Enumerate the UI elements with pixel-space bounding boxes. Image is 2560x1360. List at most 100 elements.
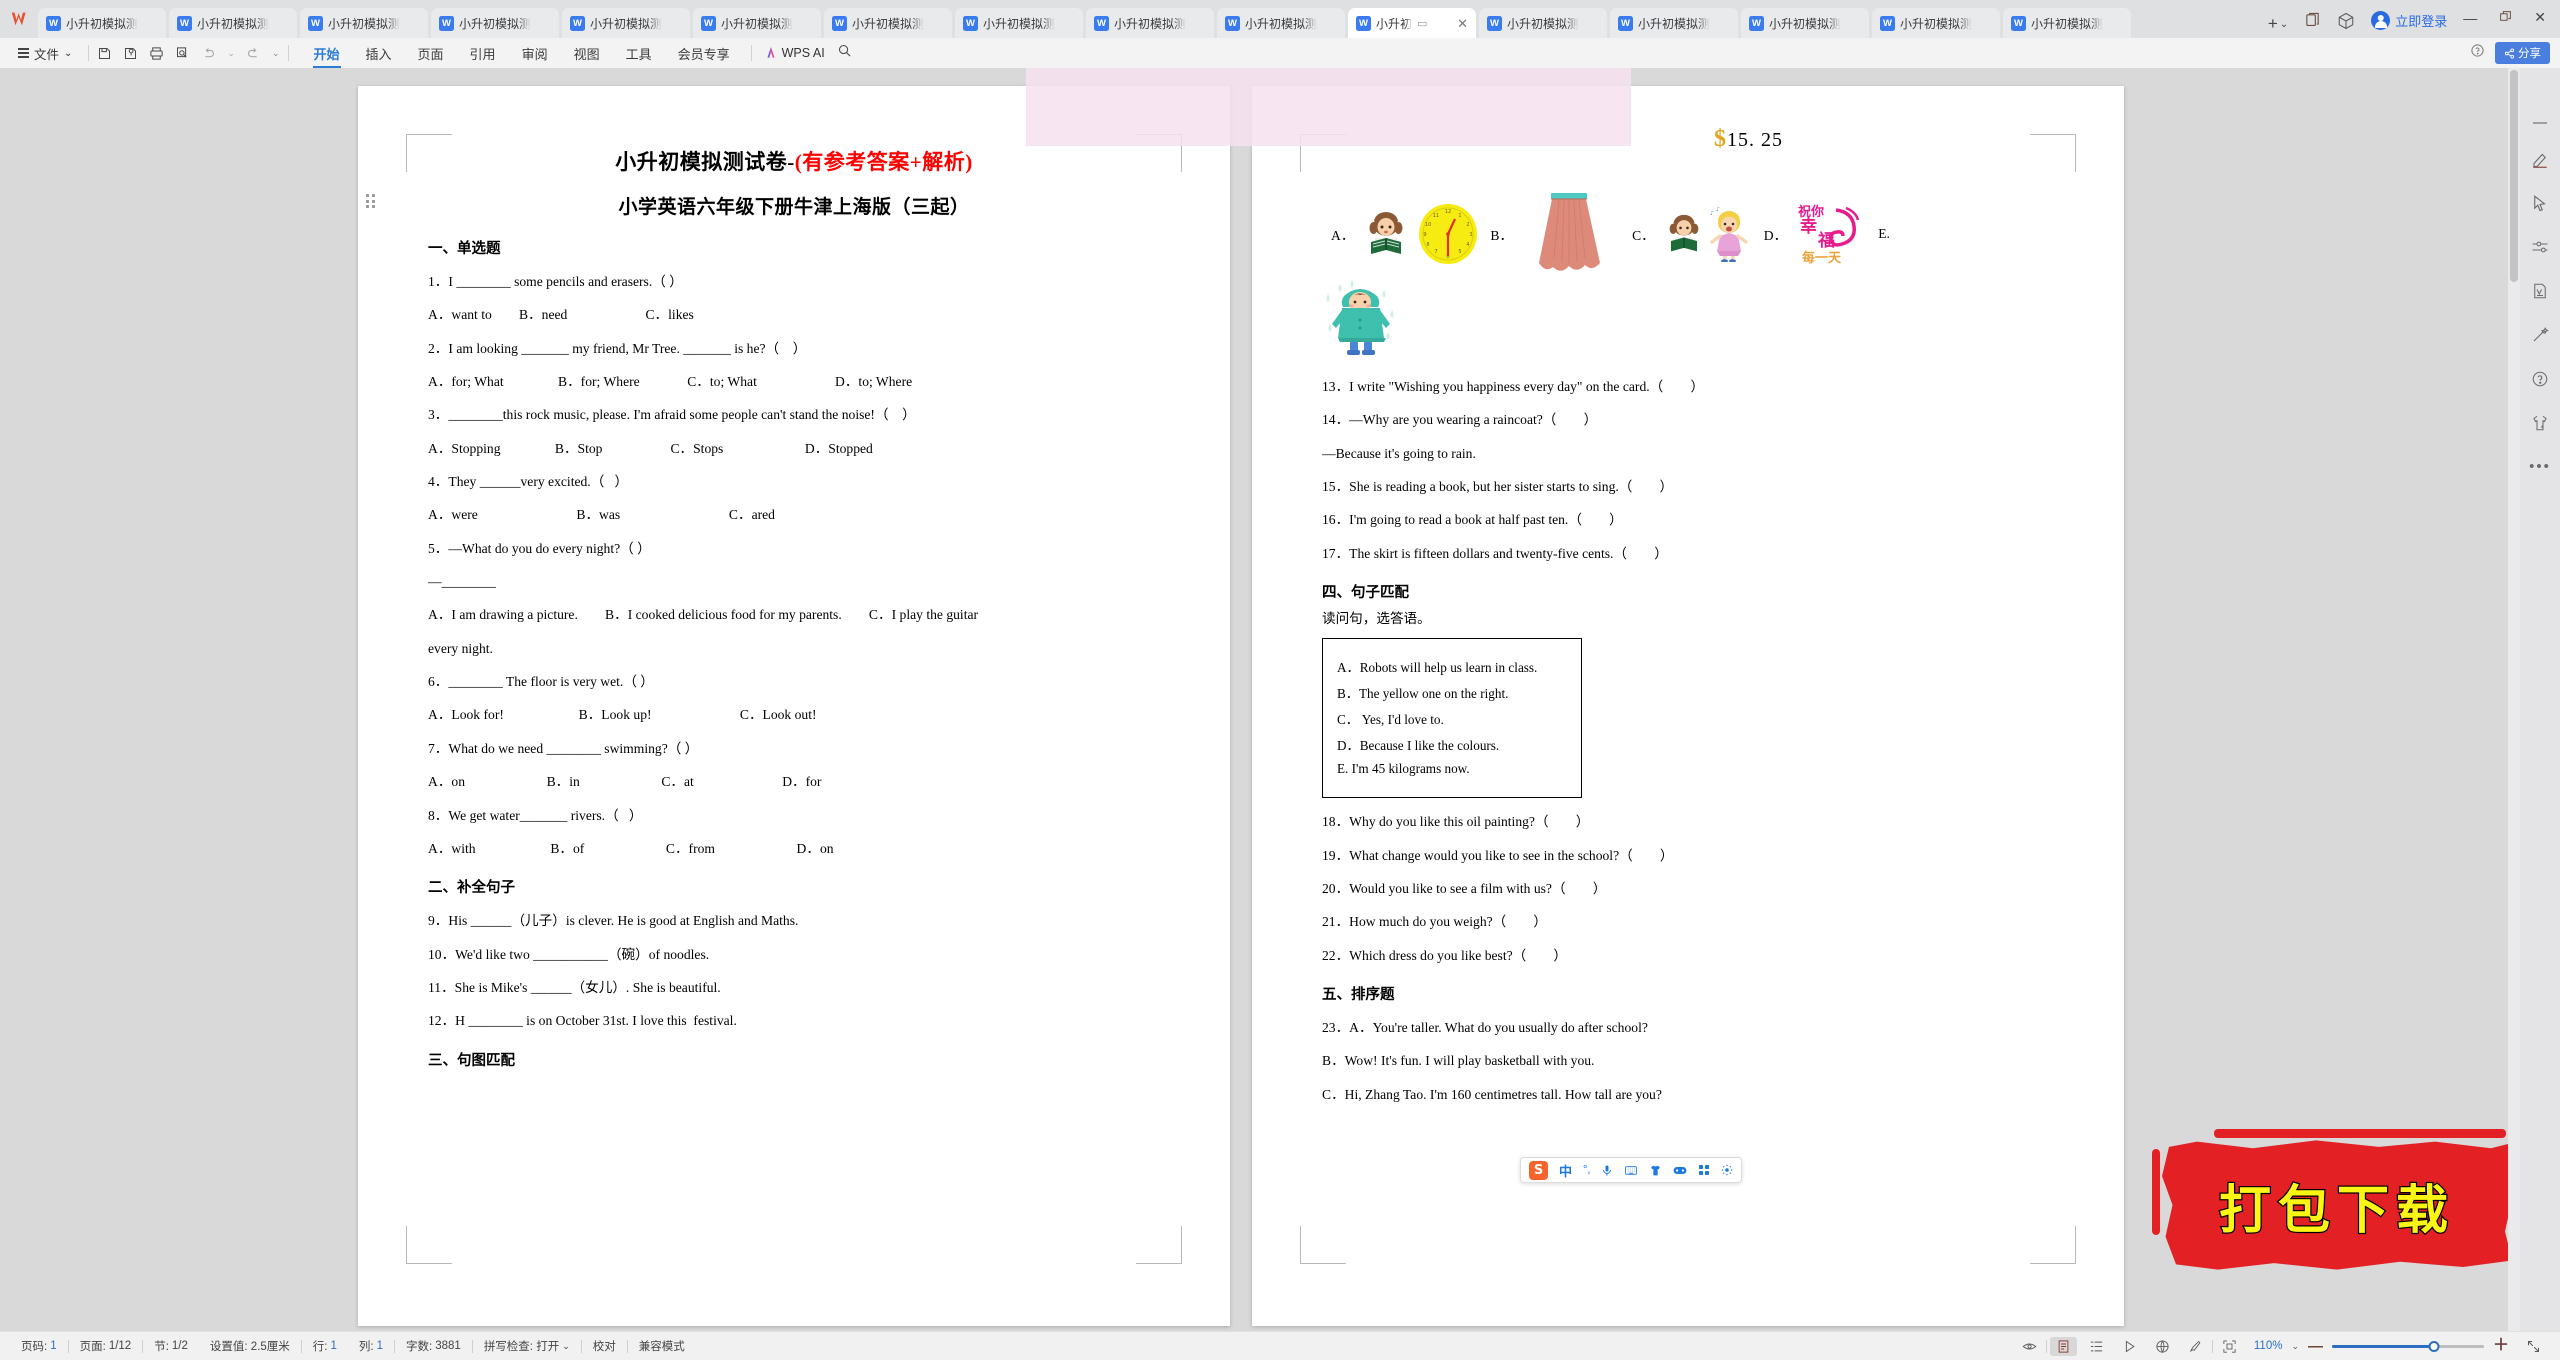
col-status[interactable]: 列: 1 xyxy=(348,1338,394,1354)
help-circle-icon[interactable] xyxy=(2531,370,2549,388)
globe-view-button[interactable] xyxy=(2146,1339,2179,1354)
magic-wand-icon[interactable] xyxy=(2531,326,2549,344)
document-tab-1[interactable]: W 小升初模拟测 xyxy=(169,8,297,38)
document-tab-15[interactable]: W 小升初模拟测 xyxy=(2003,8,2131,38)
zoom-in-button[interactable]: ＋ xyxy=(2493,1338,2509,1354)
question-line: 4．They ______very excited.（ ） xyxy=(428,474,629,490)
document-tab-12[interactable]: W 小升初模拟测 xyxy=(1610,8,1738,38)
word-count-status[interactable]: 字数: 3881 xyxy=(395,1338,472,1354)
document-tab-2[interactable]: W 小升初模拟测 xyxy=(300,8,428,38)
setting-status[interactable]: 设置值: 2.5厘米 xyxy=(199,1338,301,1354)
game-icon[interactable] xyxy=(1673,1165,1687,1176)
document-tab-10[interactable]: W 小升初 ▭ ✕ xyxy=(1348,8,1476,38)
ribbon-tab-6[interactable]: 工具 xyxy=(613,40,665,67)
microphone-icon[interactable] xyxy=(1601,1164,1613,1177)
settings-icon[interactable] xyxy=(1721,1164,1733,1176)
chevron-down-icon[interactable]: ⌄ xyxy=(2280,19,2288,30)
copy-window-icon[interactable] xyxy=(2304,12,2321,29)
cursor-select-icon[interactable] xyxy=(2531,194,2549,212)
print-layout-view-button[interactable] xyxy=(2049,1336,2077,1356)
document-tab-11[interactable]: W 小升初模拟测 xyxy=(1479,8,1607,38)
sliders-icon[interactable] xyxy=(2531,238,2549,256)
document-workspace[interactable]: 小升初模拟测试卷-(有参考答案+解析) 小学英语六年级下册牛津上海版（三起） 一… xyxy=(0,68,2560,1331)
restore-button[interactable] xyxy=(2499,10,2512,26)
ribbon-tab-5[interactable]: 视图 xyxy=(561,40,613,67)
punctuation-icon[interactable]: °, xyxy=(1583,1164,1590,1176)
question-line: A．Look for! B．Look up! C．Look out! xyxy=(428,707,817,723)
document-tab-14[interactable]: W 小升初模拟测 xyxy=(1872,8,2000,38)
document-tab-8[interactable]: W 小升初模拟测 xyxy=(1086,8,1214,38)
section-status[interactable]: 节: 1/2 xyxy=(143,1338,199,1354)
redo-icon[interactable] xyxy=(246,46,261,61)
document-tab-0[interactable]: W 小升初模拟测 xyxy=(38,8,166,38)
document-tab-6[interactable]: W 小升初模拟测 xyxy=(824,8,952,38)
undo-dropdown-icon[interactable]: ⌄ xyxy=(227,48,235,59)
row-status[interactable]: 行: 1 xyxy=(302,1338,348,1354)
scrollbar-thumb[interactable] xyxy=(2510,70,2518,282)
login-button[interactable]: 立即登录 xyxy=(2371,11,2447,30)
document-page-2[interactable]: $15. 25 A． 12 1 2 3 4 5 6 7 8 9 10 11 B．… xyxy=(1252,86,2124,1326)
save-icon[interactable] xyxy=(97,46,112,61)
ribbon-tab-3[interactable]: 引用 xyxy=(457,40,509,67)
spellcheck-status[interactable]: 拼写检查: 打开 ⌄ xyxy=(473,1338,581,1354)
skin-icon[interactable] xyxy=(1649,1164,1662,1177)
crop-mark xyxy=(406,1226,452,1264)
document-page-1[interactable]: 小升初模拟测试卷-(有参考答案+解析) 小学英语六年级下册牛津上海版（三起） 一… xyxy=(358,86,1230,1326)
fullscreen-icon[interactable] xyxy=(2517,1339,2550,1354)
ribbon-tab-1[interactable]: 插入 xyxy=(353,40,405,67)
question-line: 19．What change would you like to see in … xyxy=(1322,847,1674,863)
pen-icon[interactable] xyxy=(2531,150,2549,168)
document-tab-3[interactable]: W 小升初模拟测 xyxy=(431,8,559,38)
close-button[interactable]: ✕ xyxy=(2534,9,2546,26)
keyboard-icon[interactable] xyxy=(1624,1164,1638,1177)
apps-icon[interactable] xyxy=(1698,1164,1710,1176)
ribbon-tab-4[interactable]: 审阅 xyxy=(509,40,561,67)
chevron-down-icon[interactable]: ⌄ xyxy=(2291,1341,2299,1352)
print-icon[interactable] xyxy=(149,46,164,61)
proofread-button[interactable]: 校对 xyxy=(582,1338,627,1354)
page-count-status[interactable]: 页面: 1/12 xyxy=(69,1338,143,1354)
ribbon-tab-7[interactable]: 会员专享 xyxy=(665,40,743,67)
cube-icon[interactable] xyxy=(2337,12,2355,30)
compatibility-mode-status[interactable]: 兼容模式 xyxy=(628,1338,696,1354)
wps-ai-button[interactable]: WPS AI xyxy=(760,46,825,60)
focus-mode-icon[interactable] xyxy=(2213,1339,2246,1354)
document-tab-9[interactable]: W 小升初模拟测 xyxy=(1217,8,1345,38)
file-menu-button[interactable]: 文件 ⌄ xyxy=(10,44,80,63)
wps-logo-icon[interactable] xyxy=(4,0,38,38)
help-icon[interactable] xyxy=(2470,43,2485,63)
minimize-button[interactable]: — xyxy=(2463,10,2477,26)
share-button[interactable]: 分享 xyxy=(2495,42,2550,64)
skin-theme-icon[interactable] xyxy=(2531,414,2549,432)
ime-toolbar[interactable]: S 中 °, xyxy=(1520,1157,1743,1183)
zoom-out-button[interactable]: — xyxy=(2308,1339,2323,1354)
ocr-document-icon[interactable] xyxy=(2531,282,2549,300)
web-layout-view-button[interactable] xyxy=(2113,1339,2146,1354)
vertical-scrollbar[interactable] xyxy=(2508,68,2520,1331)
more-dropdown-icon[interactable]: ⌄ xyxy=(272,48,280,59)
chevron-down-icon[interactable]: ⌄ xyxy=(562,1341,570,1352)
ribbon-tab-0[interactable]: 开始 xyxy=(301,40,353,69)
chinese-mode-icon[interactable]: 中 xyxy=(1559,1161,1572,1180)
document-tab-4[interactable]: W 小升初模拟测 xyxy=(562,8,690,38)
undo-icon[interactable] xyxy=(201,46,216,61)
outline-view-button[interactable] xyxy=(2080,1339,2113,1354)
paragraph-drag-handle[interactable] xyxy=(366,194,376,208)
new-tab-button[interactable]: + ⌄ xyxy=(2262,14,2294,38)
eye-preview-icon[interactable] xyxy=(2013,1339,2046,1354)
search-icon[interactable] xyxy=(837,43,852,63)
document-tab-5[interactable]: W 小升初模拟测 xyxy=(693,8,821,38)
more-options-icon[interactable]: ••• xyxy=(2529,458,2551,475)
zoom-slider[interactable] xyxy=(2331,1340,2484,1352)
print-preview-icon[interactable] xyxy=(175,46,190,61)
zoom-control[interactable]: 110% ⌄ — ＋ xyxy=(2246,1338,2517,1354)
ribbon-tab-2[interactable]: 页面 xyxy=(405,40,457,67)
page-number-status[interactable]: 页码: 1 xyxy=(10,1338,68,1354)
document-tab-7[interactable]: W 小升初模拟测 xyxy=(955,8,1083,38)
zoom-slider-knob[interactable] xyxy=(2428,1340,2440,1352)
sogou-logo-icon[interactable]: S xyxy=(1529,1160,1548,1180)
save-as-icon[interactable] xyxy=(123,46,138,61)
tab-close-icon[interactable]: ✕ xyxy=(1457,17,1468,30)
brush-icon[interactable] xyxy=(2179,1339,2212,1354)
document-tab-13[interactable]: W 小升初模拟测 xyxy=(1741,8,1869,38)
